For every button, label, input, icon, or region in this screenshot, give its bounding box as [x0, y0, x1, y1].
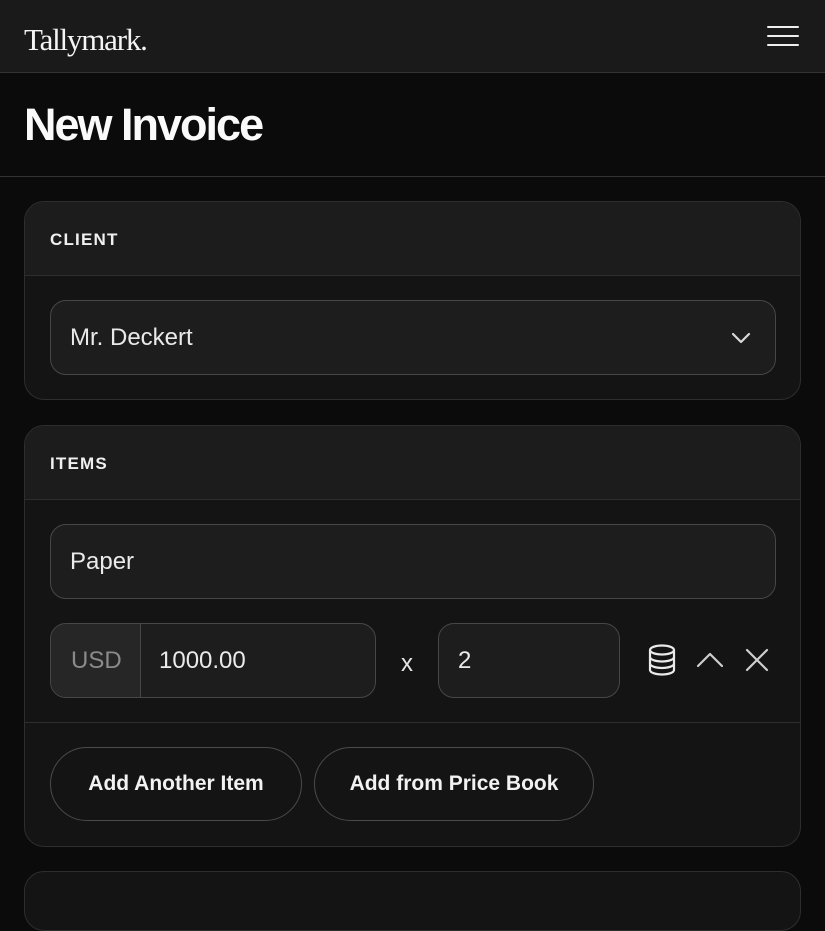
- client-select[interactable]: Mr. Deckert: [50, 300, 776, 375]
- item-price-input[interactable]: 1000.00: [159, 647, 246, 675]
- remove-item-button[interactable]: [745, 648, 769, 672]
- add-from-price-book-button[interactable]: Add from Price Book: [314, 747, 594, 821]
- page-header: New Invoice: [0, 73, 825, 177]
- database-icon: [648, 644, 676, 676]
- currency-addon: USD: [51, 624, 141, 697]
- items-divider: [25, 722, 800, 723]
- chevron-up-icon: [696, 652, 724, 668]
- item-description-input[interactable]: Paper: [50, 524, 776, 599]
- item-description-value: Paper: [70, 548, 135, 575]
- menu-button[interactable]: [760, 20, 806, 52]
- next-card: [24, 871, 801, 931]
- move-item-up-button[interactable]: [696, 648, 724, 672]
- multiply-sign: x: [401, 650, 413, 677]
- item-price-group: USD 1000.00: [50, 623, 376, 698]
- items-card: ITEMS Paper USD 1000.00 x 2 Add Another …: [24, 425, 801, 847]
- client-heading: CLIENT: [25, 202, 800, 276]
- items-heading: ITEMS: [25, 426, 800, 500]
- add-another-item-button[interactable]: Add Another Item: [50, 747, 302, 821]
- close-icon: [745, 648, 769, 672]
- client-card: CLIENT Mr. Deckert: [24, 201, 801, 400]
- client-select-value: Mr. Deckert: [70, 324, 193, 351]
- top-bar: Tallymark.: [0, 0, 825, 73]
- chevron-down-icon: [731, 332, 751, 344]
- app-logo[interactable]: Tallymark.: [24, 22, 148, 58]
- price-book-button[interactable]: [646, 643, 678, 677]
- item-quantity-value: 2: [458, 647, 472, 674]
- item-quantity-input[interactable]: 2: [438, 623, 620, 698]
- page-title: New Invoice: [24, 99, 264, 150]
